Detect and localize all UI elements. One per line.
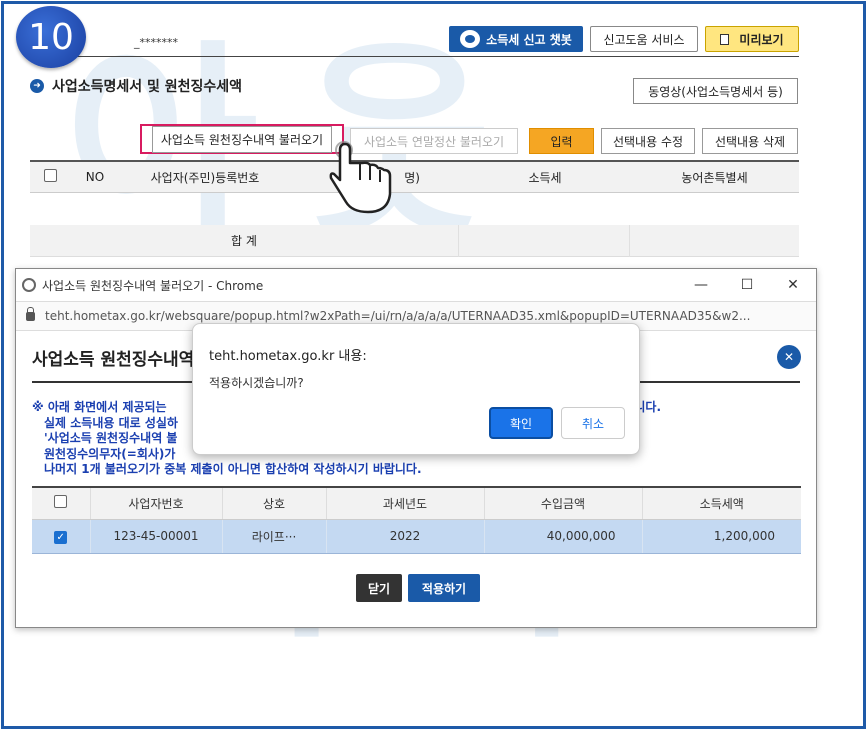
table-header-row: 사업자번호 상호 과세년도 수입금액 소득세액 [32,486,801,520]
popup-header: 사업소득 원천징수내역 [32,350,195,370]
section-title-text: 사업소득명세서 및 원천징수세액 [52,79,243,95]
maximize-icon[interactable]: ☐ [724,277,770,293]
window-close-icon[interactable]: ✕ [770,277,816,293]
notice-line-1: ※ 아래 화면에서 제공되는 [32,400,167,414]
row-select-cell[interactable]: ✓ [32,519,91,554]
confirm-dialog: teht.hometax.go.kr 내용: 적용하시겠습니까? 확인 취소 [192,323,640,455]
input-button[interactable]: 입력 [529,128,594,154]
tax-chatbot-label: 소득세 신고 챗봇 [486,32,572,47]
tax-chatbot-button[interactable]: 소득세 신고 챗봇 [449,26,583,52]
table-row[interactable]: ✓ 123-45-00001 라이프··· 2022 40,000,000 1,… [32,519,801,554]
popup-close-icon[interactable]: ✕ [777,345,801,369]
sum-label: 합 계 [231,234,257,248]
grid-col-rural-tax: 농어촌특별세 [681,170,748,185]
popup-window-title: 사업소득 원천징수내역 불러오기 - Chrome [42,278,264,293]
popup-close-button[interactable]: 닫기 [356,574,402,602]
chrome-icon [22,278,36,292]
video-guide-button[interactable]: 동영상(사업소득명세서 등) [633,78,798,104]
header-select-cell[interactable] [32,486,91,520]
arrow-circle-icon: ➜ [30,79,44,93]
cell-revenue: 40,000,000 [484,519,643,554]
popup-url: teht.hometax.go.kr/websquare/popup.html?… [45,309,751,323]
grid-select-all-cell[interactable] [30,169,70,185]
edit-selected-button[interactable]: 선택내용 수정 [601,128,695,154]
minimize-icon[interactable]: — [678,277,724,293]
preview-button[interactable]: 미리보기 [705,26,799,52]
filing-help-button[interactable]: 신고도움 서비스 [590,26,698,52]
col-biz-no: 사업자번호 [90,486,223,520]
cell-income-tax: 1,200,000 [642,519,801,554]
col-revenue: 수입금액 [484,486,643,520]
cell-tax-year: 2022 [326,519,485,554]
grid-col-no: NO [85,170,105,184]
lock-icon [26,306,35,321]
popup-titlebar[interactable]: 사업소득 원천징수내역 불러오기 - Chrome — ☐ ✕ [16,269,816,301]
confirm-dialog-title: teht.hometax.go.kr 내용: [209,349,367,364]
withholding-table: 사업자번호 상호 과세년도 수입금액 소득세액 ✓ 123-45-00001 라… [32,486,801,554]
confirm-cancel-button[interactable]: 취소 [561,407,625,439]
pointing-hand-icon [329,141,392,214]
sum-divider [458,224,459,257]
confirm-dialog-message: 적용하시겠습니까? [209,376,304,390]
row-checkbox-checked[interactable]: ✓ [54,530,68,544]
header-divider [30,56,799,57]
delete-selected-button[interactable]: 선택내용 삭제 [702,128,798,154]
grid-header: NO 사업자(주민)등록번호 명) 소득세 농어촌특별세 [30,160,799,193]
confirm-ok-button[interactable]: 확인 [489,407,553,439]
document-icon [720,33,730,45]
col-income-tax: 소득세액 [642,486,801,520]
col-tax-year: 과세년도 [326,486,485,520]
apply-button[interactable]: 적용하기 [408,574,480,602]
cell-company-name: 라이프··· [222,519,327,554]
grid-col-income-tax: 소득세 [528,170,562,185]
table-select-all-checkbox[interactable] [54,495,68,509]
cell-biz-no: 123-45-00001 [90,519,223,554]
notice-line-5: 나머지 1개 불러오기가 중복 제출이 아니면 합산하여 작성하시기 바랍니다. [44,462,422,476]
grid-col-reg-no: 사업자(주민)등록번호 [150,170,260,185]
select-all-checkbox[interactable] [43,169,57,182]
col-company-name: 상호 [222,486,327,520]
grid-sum-row: 합 계 [30,224,799,257]
sum-divider [629,224,630,257]
load-withholding-label: 사업소득 원천징수내역 불러오기 [151,125,333,153]
step-number-badge: 10 [16,6,86,68]
load-withholding-button[interactable]: 사업소득 원천징수내역 불러오기 [140,124,344,154]
preview-label: 미리보기 [739,32,784,47]
masked-user-name: _******* [134,36,178,49]
chatbot-icon [460,30,481,48]
section-title: ➜ 사업소득명세서 및 원천징수세액 [30,76,242,96]
